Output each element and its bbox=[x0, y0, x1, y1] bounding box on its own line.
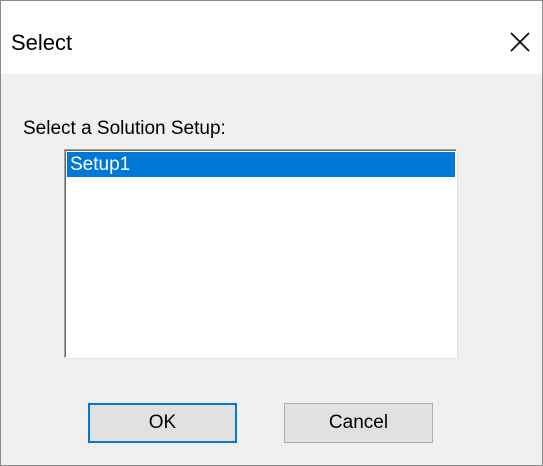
solution-setup-listbox[interactable]: Setup1 bbox=[64, 149, 457, 358]
cancel-button[interactable]: Cancel bbox=[284, 403, 433, 443]
close-button[interactable] bbox=[498, 17, 542, 67]
list-item-setup1[interactable]: Setup1 bbox=[67, 152, 455, 177]
title-bar[interactable]: Select bbox=[1, 1, 542, 74]
dialog-body: Select a Solution Setup: Setup1 OK Cance… bbox=[1, 74, 542, 465]
prompt-label: Select a Solution Setup: bbox=[23, 118, 226, 139]
close-icon bbox=[510, 32, 530, 52]
ok-button[interactable]: OK bbox=[88, 403, 237, 443]
window-title: Select bbox=[11, 30, 73, 55]
dialog-window: Select Select a Solution Setup: Setup1 O… bbox=[0, 0, 543, 466]
